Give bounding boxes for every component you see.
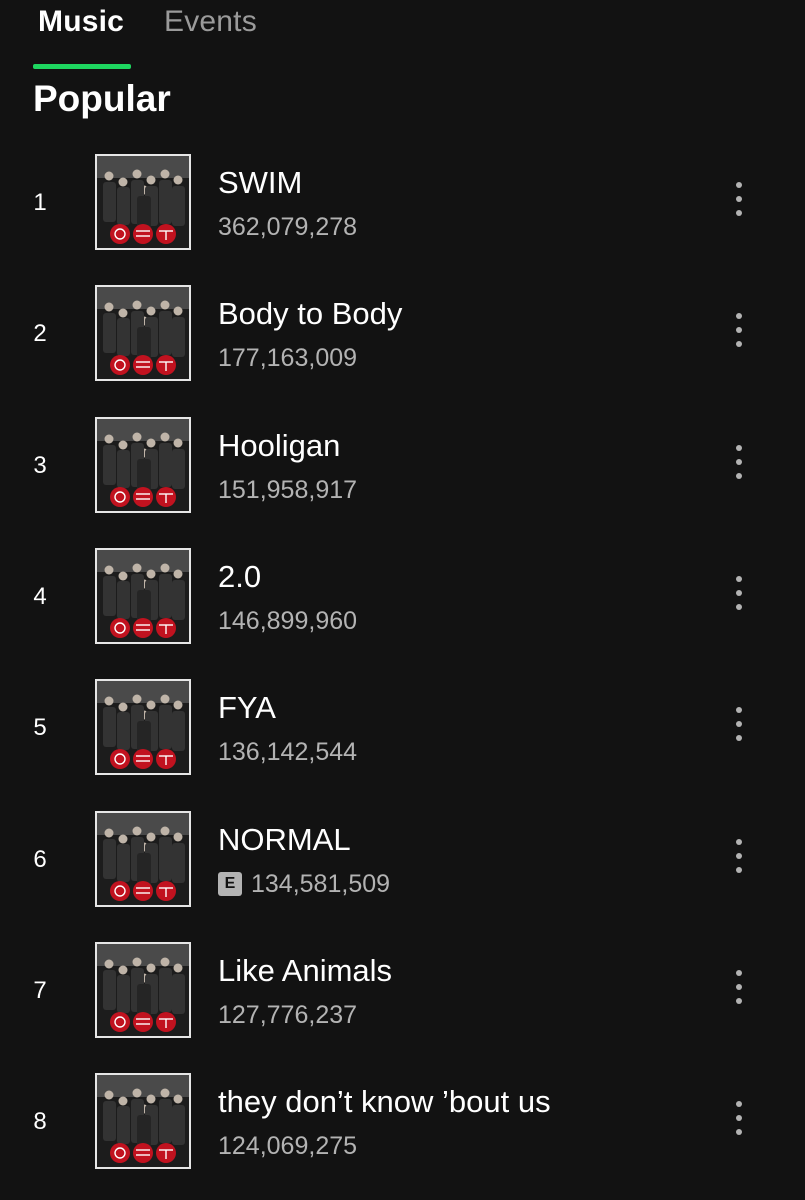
track-meta: 151,958,917: [218, 473, 357, 507]
track-title: 2.0: [218, 559, 262, 594]
track-meta: 146,899,960: [218, 604, 357, 638]
track-title: Like Animals: [218, 953, 393, 988]
more-vertical-icon[interactable]: [722, 309, 756, 357]
more-dot: [736, 182, 742, 188]
more-vertical-icon[interactable]: [722, 703, 756, 751]
track-row[interactable]: 4 2.0 146,899,960: [0, 532, 805, 662]
more-dot: [736, 1115, 742, 1121]
more-dot: [736, 735, 742, 741]
more-dot: [736, 459, 742, 465]
more-dot: [736, 707, 742, 713]
track-title: Body to Body: [218, 296, 403, 331]
play-count: 177,163,009: [218, 344, 358, 372]
more-dot: [736, 984, 742, 990]
album-cover-image: [95, 811, 191, 907]
album-cover-image: [95, 548, 191, 644]
track-row[interactable]: 3 Hooligan 151,958,917: [0, 401, 805, 531]
play-count: 362,079,278: [218, 213, 358, 241]
track-rank: 8: [33, 1108, 47, 1135]
track-rank: 7: [33, 977, 47, 1004]
tab-bar: Music Events: [0, 0, 805, 70]
track-meta: 124,069,275: [218, 1129, 357, 1163]
more-dot: [736, 576, 742, 582]
track-row[interactable]: 6 NORMAL E 134,581,509: [0, 795, 805, 925]
play-count: 151,958,917: [218, 476, 358, 504]
more-dot: [736, 473, 742, 479]
more-vertical-icon[interactable]: [722, 178, 756, 226]
play-count: 136,142,544: [218, 738, 358, 766]
track-title: NORMAL: [218, 822, 351, 857]
play-count: 127,776,237: [218, 1001, 358, 1029]
track-title: SWIM: [218, 165, 303, 200]
more-vertical-icon[interactable]: [722, 835, 756, 883]
play-count: 146,899,960: [218, 607, 358, 635]
more-dot: [736, 196, 742, 202]
more-vertical-icon[interactable]: [722, 441, 756, 489]
track-rank: 5: [33, 714, 47, 741]
more-dot: [736, 839, 742, 845]
section-title: Popular: [33, 78, 171, 119]
more-dot: [736, 445, 742, 451]
more-dot: [736, 341, 742, 347]
more-dot: [736, 1101, 742, 1107]
track-rank: 4: [33, 583, 47, 610]
more-vertical-icon[interactable]: [722, 1097, 756, 1145]
track-rank: 2: [33, 320, 47, 347]
track-meta: 177,163,009: [218, 341, 357, 375]
play-count: 124,069,275: [218, 1132, 358, 1160]
play-count: 134,581,509: [251, 870, 391, 898]
tab-music[interactable]: Music: [38, 2, 124, 42]
album-cover-image: [95, 1073, 191, 1169]
track-meta: 362,079,278: [218, 210, 357, 244]
album-cover-image: [95, 679, 191, 775]
more-dot: [736, 970, 742, 976]
album-cover-image: [95, 154, 191, 250]
track-meta: 136,142,544: [218, 735, 357, 769]
album-cover-image: [95, 285, 191, 381]
more-dot: [736, 853, 742, 859]
track-row[interactable]: 1 SWIM 362,079,278: [0, 138, 805, 268]
album-cover-image: [95, 417, 191, 513]
track-title: FYA: [218, 690, 276, 725]
track-title: they don’t know ’bout us: [218, 1084, 551, 1119]
album-cover-image: [95, 942, 191, 1038]
more-dot: [736, 590, 742, 596]
more-dot: [736, 604, 742, 610]
more-vertical-icon[interactable]: [722, 966, 756, 1014]
more-dot: [736, 313, 742, 319]
more-dot: [736, 867, 742, 873]
track-rank: 3: [33, 452, 47, 479]
track-title: Hooligan: [218, 428, 341, 463]
more-dot: [736, 210, 742, 216]
track-meta: E 134,581,509: [218, 867, 390, 901]
track-meta: 127,776,237: [218, 998, 357, 1032]
more-dot: [736, 1129, 742, 1135]
track-rank: 1: [33, 189, 47, 216]
more-dot: [736, 721, 742, 727]
track-row[interactable]: 5 FYA 136,142,544: [0, 663, 805, 793]
more-vertical-icon[interactable]: [722, 572, 756, 620]
more-dot: [736, 998, 742, 1004]
tab-events[interactable]: Events: [164, 2, 257, 42]
track-rank: 6: [33, 846, 47, 873]
explicit-badge-icon: E: [218, 872, 242, 896]
track-row[interactable]: 8 they don’t know ’bout us 124,069,275: [0, 1057, 805, 1187]
active-tab-indicator: [33, 64, 131, 69]
track-row[interactable]: 7 Like Animals 127,776,237: [0, 926, 805, 1056]
more-dot: [736, 327, 742, 333]
track-row[interactable]: 2 Body to Body 177,163,009: [0, 269, 805, 399]
